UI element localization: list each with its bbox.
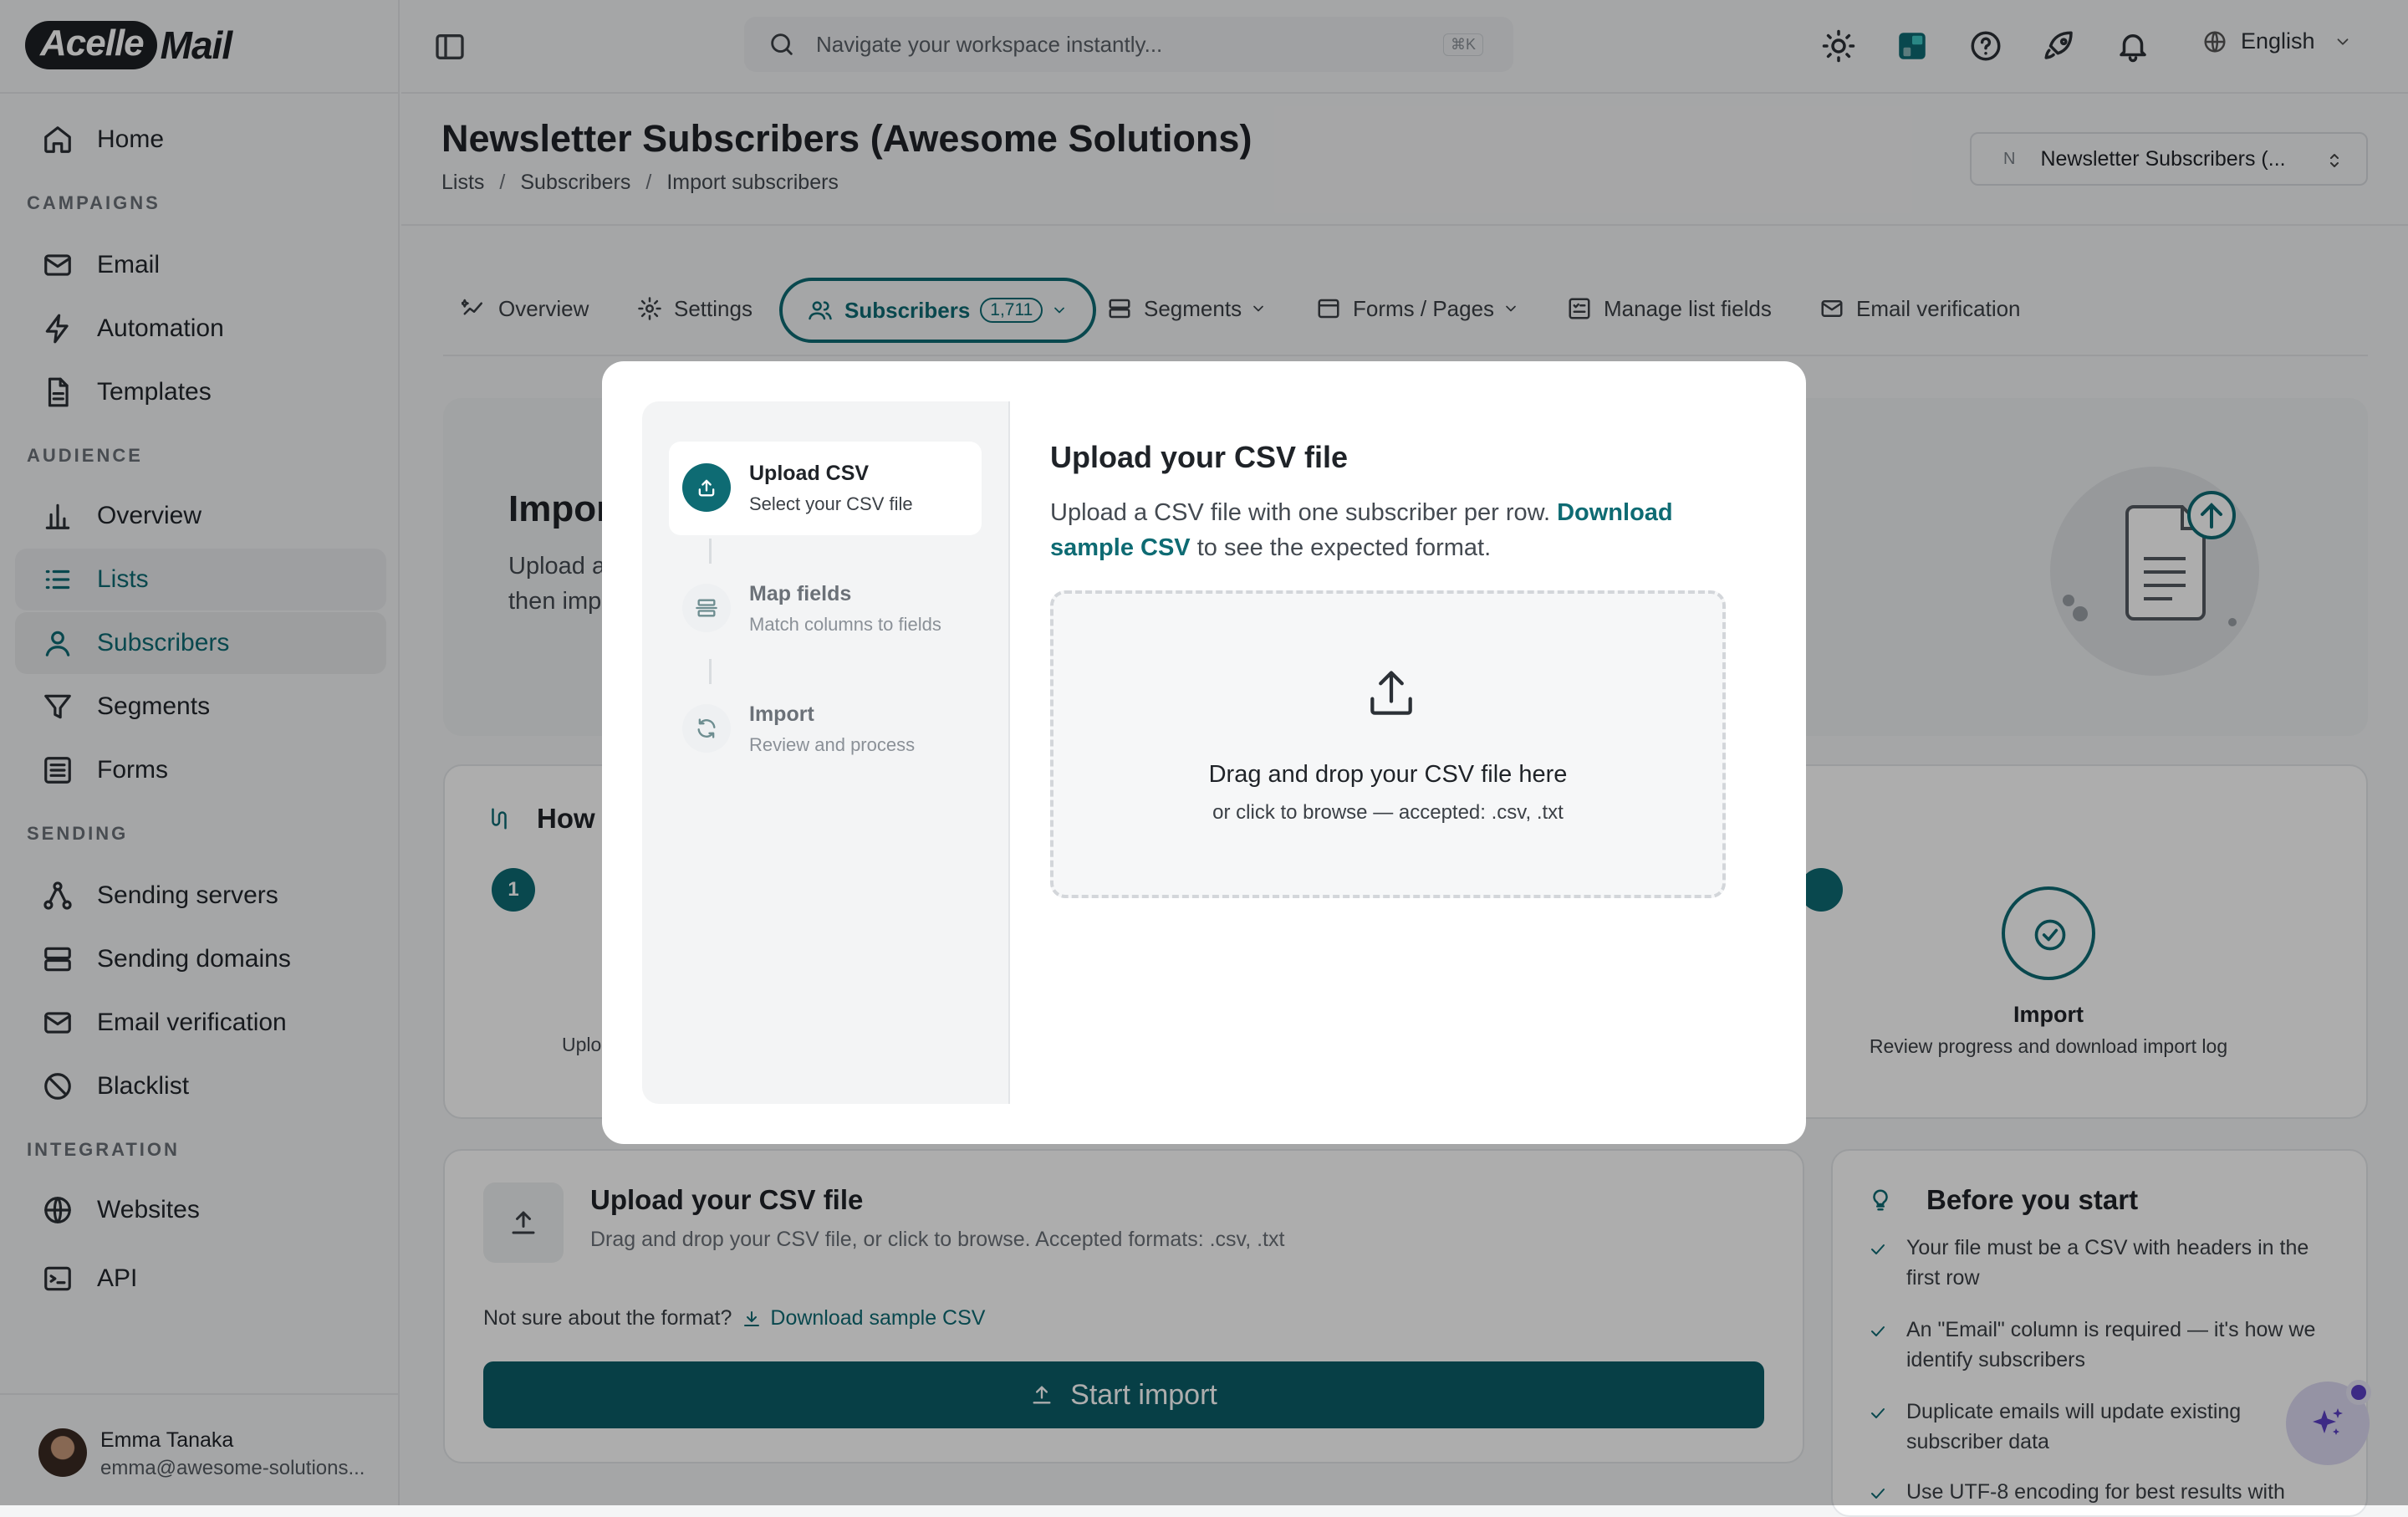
upload-icon: [1370, 671, 1412, 715]
step-title: Upload CSV: [749, 462, 870, 485]
csv-dropzone[interactable]: Drag and drop your CSV file here or clic…: [1050, 590, 1726, 898]
wizard-step-map-fields[interactable]: Map fields Match columns to fields: [669, 562, 982, 656]
step-desc: Select your CSV file: [749, 493, 913, 514]
modal-desc-before: Upload a CSV file with one subscriber pe…: [1050, 499, 1558, 526]
step-icon-circle: [682, 704, 731, 753]
step-title: Map fields: [749, 582, 852, 605]
map-fields-icon: [696, 599, 717, 617]
wizard-steps: Upload CSV Select your CSV file Map fiel…: [642, 401, 1010, 1104]
modal-desc-after: to see the expected format.: [1190, 534, 1492, 561]
step-connector: [709, 539, 712, 564]
modal-description: Upload a CSV file with one subscriber pe…: [1050, 495, 1736, 565]
step-icon-circle: [682, 463, 731, 512]
dropzone-title: Drag and drop your CSV file here: [1208, 761, 1568, 788]
modal-title: Upload your CSV file: [1050, 440, 1349, 474]
dropzone-subtitle: or click to browse — accepted: .csv, .tx…: [1212, 801, 1564, 824]
import-wizard-modal: Upload CSV Select your CSV file Map fiel…: [602, 361, 1806, 1144]
step-desc: Match columns to fields: [749, 614, 941, 635]
step-icon-circle: [682, 584, 731, 632]
wizard-step-upload-csv[interactable]: Upload CSV Select your CSV file: [669, 442, 982, 535]
refresh-icon: [697, 718, 716, 738]
step-connector: [709, 659, 712, 684]
wizard-step-import[interactable]: Import Review and process: [669, 682, 982, 776]
upload-icon: [698, 479, 715, 497]
step-desc: Review and process: [749, 734, 916, 755]
step-title: Import: [749, 702, 814, 726]
